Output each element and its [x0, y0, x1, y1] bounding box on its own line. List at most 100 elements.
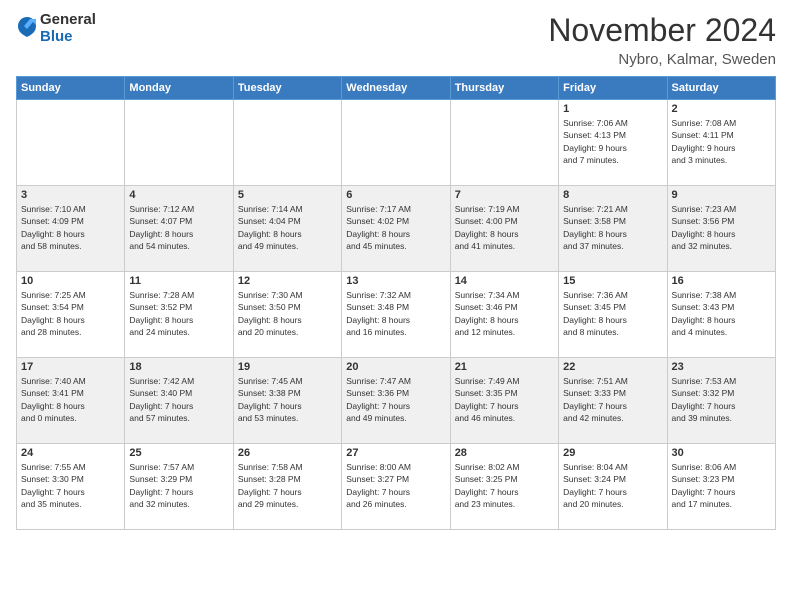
calendar-day-16: 16 Sunrise: 7:38 AM Sunset: 3:43 PM Dayli… [667, 272, 775, 358]
day-number-25: 25 [129, 447, 228, 459]
day-info-19: Sunrise: 7:45 AM Sunset: 3:38 PM Dayligh… [238, 375, 337, 424]
calendar-day-3: 3Sunrise: 7:10 AM Sunset: 4:09 PM Daylig… [17, 186, 125, 272]
day-info-13: Sunrise: 7:32 AM Sunset: 3:48 PM Dayligh… [346, 289, 445, 338]
day-number-15: 15 [563, 275, 662, 287]
day-number-10: 10 [21, 275, 120, 287]
day-info-18: Sunrise: 7:42 AM Sunset: 3:40 PM Dayligh… [129, 375, 228, 424]
calendar-week-3: 10 Sunrise: 7:25 AM Sunset: 3:54 PM Dayli… [17, 272, 776, 358]
day-number-22: 22 [563, 361, 662, 373]
calendar-day-17: 17 Sunrise: 7:40 AM Sunset: 3:41 PM Dayli… [17, 358, 125, 444]
logo-icon [16, 15, 38, 43]
calendar-empty [342, 100, 450, 186]
day-info-9: Sunrise: 7:23 AM Sunset: 3:56 PM Dayligh… [672, 203, 771, 252]
calendar-day-25: 25 Sunrise: 7:57 AM Sunset: 3:29 PM Dayli… [125, 444, 233, 530]
calendar: SundayMondayTuesdayWednesdayThursdayFrid… [16, 76, 776, 530]
calendar-day-13: 13 Sunrise: 7:32 AM Sunset: 3:48 PM Dayli… [342, 272, 450, 358]
day-number-26: 26 [238, 447, 337, 459]
calendar-day-22: 22 Sunrise: 7:51 AM Sunset: 3:33 PM Dayli… [559, 358, 667, 444]
calendar-empty [450, 100, 558, 186]
day-info-30: Sunrise: 8:06 AM Sunset: 3:23 PM Dayligh… [672, 461, 771, 510]
day-number-27: 27 [346, 447, 445, 459]
day-number-30: 30 [672, 447, 771, 459]
calendar-day-18: 18 Sunrise: 7:42 AM Sunset: 3:40 PM Dayli… [125, 358, 233, 444]
calendar-day-28: 28Sunrise: 8:02 AM Sunset: 3:25 PM Dayli… [450, 444, 558, 530]
day-number-6: 6 [346, 189, 445, 201]
day-info-20: Sunrise: 7:47 AM Sunset: 3:36 PM Dayligh… [346, 375, 445, 424]
day-number-2: 2 [672, 103, 771, 115]
day-number-14: 14 [455, 275, 554, 287]
day-info-21: Sunrise: 7:49 AM Sunset: 3:35 PM Dayligh… [455, 375, 554, 424]
calendar-day-24: 24Sunrise: 7:55 AM Sunset: 3:30 PM Dayli… [17, 444, 125, 530]
day-info-23: Sunrise: 7:53 AM Sunset: 3:32 PM Dayligh… [672, 375, 771, 424]
day-number-5: 5 [238, 189, 337, 201]
calendar-day-15: 15 Sunrise: 7:36 AM Sunset: 3:45 PM Dayli… [559, 272, 667, 358]
day-info-6: Sunrise: 7:17 AM Sunset: 4:02 PM Dayligh… [346, 203, 445, 252]
day-number-24: 24 [21, 447, 120, 459]
header: General Blue November 2024 Nybro, Kalmar… [0, 0, 792, 76]
logo-text: General Blue [40, 12, 96, 45]
day-number-1: 1 [563, 103, 662, 115]
day-info-5: Sunrise: 7:14 AM Sunset: 4:04 PM Dayligh… [238, 203, 337, 252]
title-block: November 2024 Nybro, Kalmar, Sweden [548, 12, 776, 68]
weekday-header-sunday: Sunday [17, 77, 125, 100]
logo: General Blue [16, 12, 96, 45]
day-number-12: 12 [238, 275, 337, 287]
calendar-day-19: 19 Sunrise: 7:45 AM Sunset: 3:38 PM Dayli… [233, 358, 341, 444]
day-info-2: Sunrise: 7:08 AM Sunset: 4:11 PM Dayligh… [672, 117, 771, 166]
calendar-day-9: 9 Sunrise: 7:23 AM Sunset: 3:56 PM Daylig… [667, 186, 775, 272]
day-number-18: 18 [129, 361, 228, 373]
weekday-header-thursday: Thursday [450, 77, 558, 100]
weekday-header-wednesday: Wednesday [342, 77, 450, 100]
location: Nybro, Kalmar, Sweden [548, 51, 776, 68]
calendar-day-23: 23Sunrise: 7:53 AM Sunset: 3:32 PM Dayli… [667, 358, 775, 444]
calendar-day-20: 20Sunrise: 7:47 AM Sunset: 3:36 PM Dayli… [342, 358, 450, 444]
day-number-16: 16 [672, 275, 771, 287]
calendar-body: 1Sunrise: 7:06 AM Sunset: 4:13 PM Daylig… [17, 100, 776, 530]
calendar-day-14: 14Sunrise: 7:34 AM Sunset: 3:46 PM Dayli… [450, 272, 558, 358]
calendar-day-2: 2 Sunrise: 7:08 AM Sunset: 4:11 PM Daylig… [667, 100, 775, 186]
calendar-header: SundayMondayTuesdayWednesdayThursdayFrid… [17, 77, 776, 100]
day-info-26: Sunrise: 7:58 AM Sunset: 3:28 PM Dayligh… [238, 461, 337, 510]
day-number-9: 9 [672, 189, 771, 201]
day-number-17: 17 [21, 361, 120, 373]
day-info-15: Sunrise: 7:36 AM Sunset: 3:45 PM Dayligh… [563, 289, 662, 338]
logo-general-text: General [40, 12, 96, 29]
day-info-8: Sunrise: 7:21 AM Sunset: 3:58 PM Dayligh… [563, 203, 662, 252]
calendar-day-11: 11Sunrise: 7:28 AM Sunset: 3:52 PM Dayli… [125, 272, 233, 358]
calendar-day-8: 8 Sunrise: 7:21 AM Sunset: 3:58 PM Daylig… [559, 186, 667, 272]
day-info-3: Sunrise: 7:10 AM Sunset: 4:09 PM Dayligh… [21, 203, 120, 252]
day-number-8: 8 [563, 189, 662, 201]
calendar-week-4: 17 Sunrise: 7:40 AM Sunset: 3:41 PM Dayli… [17, 358, 776, 444]
day-info-10: Sunrise: 7:25 AM Sunset: 3:54 PM Dayligh… [21, 289, 120, 338]
calendar-day-7: 7 Sunrise: 7:19 AM Sunset: 4:00 PM Daylig… [450, 186, 558, 272]
calendar-day-10: 10 Sunrise: 7:25 AM Sunset: 3:54 PM Dayli… [17, 272, 125, 358]
calendar-day-4: 4Sunrise: 7:12 AM Sunset: 4:07 PM Daylig… [125, 186, 233, 272]
day-number-29: 29 [563, 447, 662, 459]
day-number-19: 19 [238, 361, 337, 373]
calendar-week-5: 24Sunrise: 7:55 AM Sunset: 3:30 PM Dayli… [17, 444, 776, 530]
calendar-day-21: 21 Sunrise: 7:49 AM Sunset: 3:35 PM Dayli… [450, 358, 558, 444]
day-number-21: 21 [455, 361, 554, 373]
page-container: General Blue November 2024 Nybro, Kalmar… [0, 0, 792, 530]
day-info-7: Sunrise: 7:19 AM Sunset: 4:00 PM Dayligh… [455, 203, 554, 252]
day-info-16: Sunrise: 7:38 AM Sunset: 3:43 PM Dayligh… [672, 289, 771, 338]
day-info-11: Sunrise: 7:28 AM Sunset: 3:52 PM Dayligh… [129, 289, 228, 338]
month-title: November 2024 [548, 12, 776, 49]
weekday-header-friday: Friday [559, 77, 667, 100]
day-info-22: Sunrise: 7:51 AM Sunset: 3:33 PM Dayligh… [563, 375, 662, 424]
calendar-day-26: 26 Sunrise: 7:58 AM Sunset: 3:28 PM Dayli… [233, 444, 341, 530]
calendar-week-2: 3Sunrise: 7:10 AM Sunset: 4:09 PM Daylig… [17, 186, 776, 272]
calendar-day-5: 5 Sunrise: 7:14 AM Sunset: 4:04 PM Daylig… [233, 186, 341, 272]
calendar-day-12: 12 Sunrise: 7:30 AM Sunset: 3:50 PM Dayli… [233, 272, 341, 358]
day-info-25: Sunrise: 7:57 AM Sunset: 3:29 PM Dayligh… [129, 461, 228, 510]
day-info-29: Sunrise: 8:04 AM Sunset: 3:24 PM Dayligh… [563, 461, 662, 510]
calendar-day-6: 6 Sunrise: 7:17 AM Sunset: 4:02 PM Daylig… [342, 186, 450, 272]
weekday-header-tuesday: Tuesday [233, 77, 341, 100]
calendar-day-27: 27Sunrise: 8:00 AM Sunset: 3:27 PM Dayli… [342, 444, 450, 530]
day-number-13: 13 [346, 275, 445, 287]
calendar-empty [233, 100, 341, 186]
day-number-7: 7 [455, 189, 554, 201]
day-info-17: Sunrise: 7:40 AM Sunset: 3:41 PM Dayligh… [21, 375, 120, 424]
day-info-12: Sunrise: 7:30 AM Sunset: 3:50 PM Dayligh… [238, 289, 337, 338]
day-info-4: Sunrise: 7:12 AM Sunset: 4:07 PM Dayligh… [129, 203, 228, 252]
